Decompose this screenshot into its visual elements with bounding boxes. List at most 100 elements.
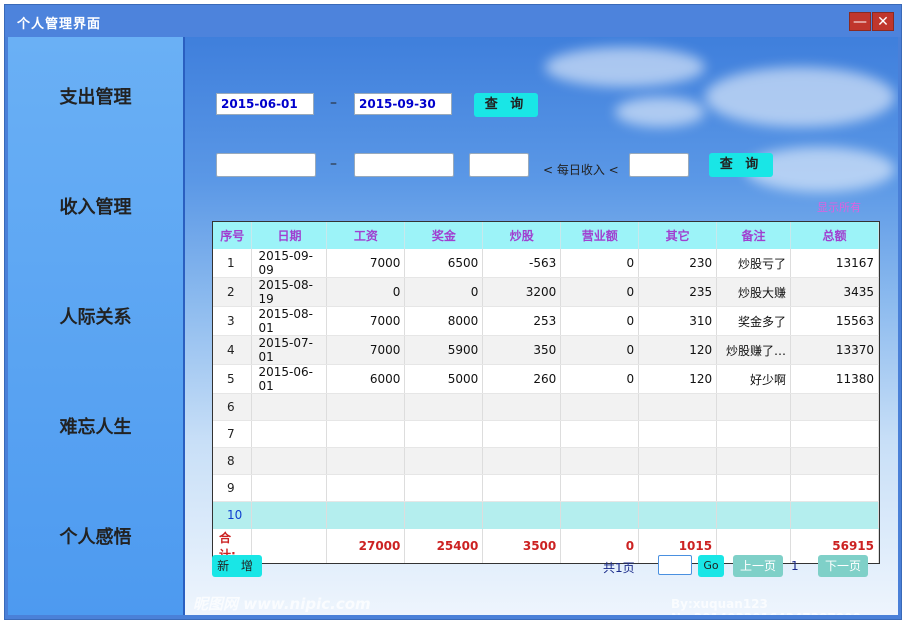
table-row[interactable]: 8	[213, 447, 879, 475]
end-date-input[interactable]	[354, 93, 452, 115]
cell-index[interactable]: 1	[213, 249, 253, 278]
col-header-revenue[interactable]: 营业额	[560, 222, 640, 249]
cell-note[interactable]	[716, 393, 792, 421]
cell-revenue[interactable]: 0	[560, 306, 640, 336]
cell-date[interactable]: 2015-08-01	[251, 306, 328, 336]
cell-salary[interactable]: 6000	[326, 364, 406, 394]
table-row[interactable]: 1 2015-09-09 7000 6500 -563 0 230 炒股亏了 13167	[213, 249, 879, 278]
sidebar-item-income[interactable]: 收入管理	[8, 193, 183, 219]
start-date-input[interactable]	[216, 93, 314, 115]
cell-bonus[interactable]	[404, 393, 484, 421]
col-header-stocks[interactable]: 炒股	[482, 222, 562, 249]
cell-bonus[interactable]	[404, 420, 484, 448]
cell-date[interactable]: 2015-06-01	[251, 364, 328, 394]
col-header-total[interactable]: 总额	[790, 222, 879, 249]
cell-stocks[interactable]	[482, 474, 562, 502]
table-row[interactable]: 9	[213, 474, 879, 502]
cell-bonus[interactable]: 0	[404, 277, 484, 307]
cell-other[interactable]	[638, 474, 718, 502]
cell-index[interactable]: 2	[213, 277, 253, 307]
cell-total[interactable]: 13167	[790, 249, 879, 278]
cell-note[interactable]	[716, 474, 792, 502]
add-button[interactable]: 新 增	[212, 555, 262, 577]
cell-total[interactable]: 13370	[790, 335, 879, 365]
sidebar-item-reflections[interactable]: 个人感悟	[8, 523, 183, 549]
cell-salary[interactable]: 7000	[326, 249, 406, 278]
minimize-button[interactable]: —	[849, 12, 871, 31]
prev-page-button[interactable]: 上一页	[733, 555, 783, 577]
cell-other[interactable]	[638, 393, 718, 421]
cell-salary[interactable]	[326, 393, 406, 421]
table-row[interactable]: 5 2015-06-01 6000 5000 260 0 120 好少啊 11380	[213, 364, 879, 394]
cell-salary[interactable]: 7000	[326, 306, 406, 336]
go-button[interactable]: Go	[698, 555, 724, 577]
cell-stocks[interactable]	[482, 447, 562, 475]
table-row[interactable]: 10	[213, 501, 879, 529]
close-button[interactable]: ✕	[872, 12, 894, 31]
cell-bonus[interactable]	[404, 501, 484, 529]
cell-note[interactable]: 炒股赚了…	[716, 335, 792, 365]
cell-note[interactable]: 炒股大赚	[716, 277, 792, 307]
cell-other[interactable]	[638, 501, 718, 529]
daily-min-input[interactable]	[469, 153, 529, 177]
cell-index[interactable]: 9	[213, 474, 253, 502]
table-row[interactable]: 6	[213, 393, 879, 421]
table-row[interactable]: 2 2015-08-19 0 0 3200 0 235 炒股大赚 3435	[213, 277, 879, 307]
cell-date[interactable]	[251, 393, 328, 421]
show-all-link[interactable]: 显示所有	[817, 199, 861, 215]
cell-revenue[interactable]	[560, 420, 640, 448]
cell-stocks[interactable]: 3200	[482, 277, 562, 307]
cell-stocks[interactable]	[482, 501, 562, 529]
cell-index[interactable]: 4	[213, 335, 253, 365]
table-row[interactable]: 3 2015-08-01 7000 8000 253 0 310 奖金多了 15563	[213, 306, 879, 336]
range-to-input[interactable]	[354, 153, 454, 177]
cell-total[interactable]: 3435	[790, 277, 879, 307]
cell-salary[interactable]	[326, 474, 406, 502]
cell-index[interactable]: 7	[213, 420, 253, 448]
cell-stocks[interactable]	[482, 393, 562, 421]
title-bar[interactable]: 个人管理界面 — ✕	[5, 5, 901, 37]
cell-other[interactable]: 230	[638, 249, 718, 278]
cell-revenue[interactable]	[560, 447, 640, 475]
cell-date[interactable]: 2015-09-09	[251, 249, 328, 278]
range-from-input[interactable]	[216, 153, 316, 177]
cell-revenue[interactable]	[560, 501, 640, 529]
cell-date[interactable]	[251, 420, 328, 448]
cell-index[interactable]: 6	[213, 393, 253, 421]
col-header-note[interactable]: 备注	[716, 222, 792, 249]
cell-stocks[interactable]: 260	[482, 364, 562, 394]
cell-date[interactable]: 2015-08-19	[251, 277, 328, 307]
cell-bonus[interactable]: 5900	[404, 335, 484, 365]
cell-bonus[interactable]	[404, 447, 484, 475]
daily-max-input[interactable]	[629, 153, 689, 177]
date-query-button[interactable]: 查 询	[474, 93, 538, 117]
cell-index[interactable]: 3	[213, 306, 253, 336]
cell-other[interactable]: 120	[638, 364, 718, 394]
col-header-other[interactable]: 其它	[638, 222, 718, 249]
col-header-index[interactable]: 序号	[213, 222, 253, 249]
cell-index[interactable]: 5	[213, 364, 253, 394]
cell-revenue[interactable]: 0	[560, 335, 640, 365]
cell-stocks[interactable]: 350	[482, 335, 562, 365]
cell-revenue[interactable]	[560, 393, 640, 421]
cell-revenue[interactable]: 0	[560, 249, 640, 278]
cell-note[interactable]: 奖金多了	[716, 306, 792, 336]
cell-stocks[interactable]: -563	[482, 249, 562, 278]
cell-stocks[interactable]: 253	[482, 306, 562, 336]
cell-note[interactable]	[716, 420, 792, 448]
cell-revenue[interactable]: 0	[560, 277, 640, 307]
cell-other[interactable]: 310	[638, 306, 718, 336]
cell-other[interactable]	[638, 420, 718, 448]
cell-total[interactable]: 11380	[790, 364, 879, 394]
cell-salary[interactable]	[326, 447, 406, 475]
cell-total[interactable]	[790, 474, 879, 502]
cell-total[interactable]: 15563	[790, 306, 879, 336]
cell-note[interactable]	[716, 447, 792, 475]
table-row[interactable]: 4 2015-07-01 7000 5900 350 0 120 炒股赚了… 13370	[213, 335, 879, 365]
cell-date[interactable]	[251, 501, 328, 529]
cell-note[interactable]: 炒股亏了	[716, 249, 792, 278]
cell-bonus[interactable]: 6500	[404, 249, 484, 278]
col-header-salary[interactable]: 工资	[326, 222, 406, 249]
cell-bonus[interactable]	[404, 474, 484, 502]
cell-total[interactable]	[790, 420, 879, 448]
